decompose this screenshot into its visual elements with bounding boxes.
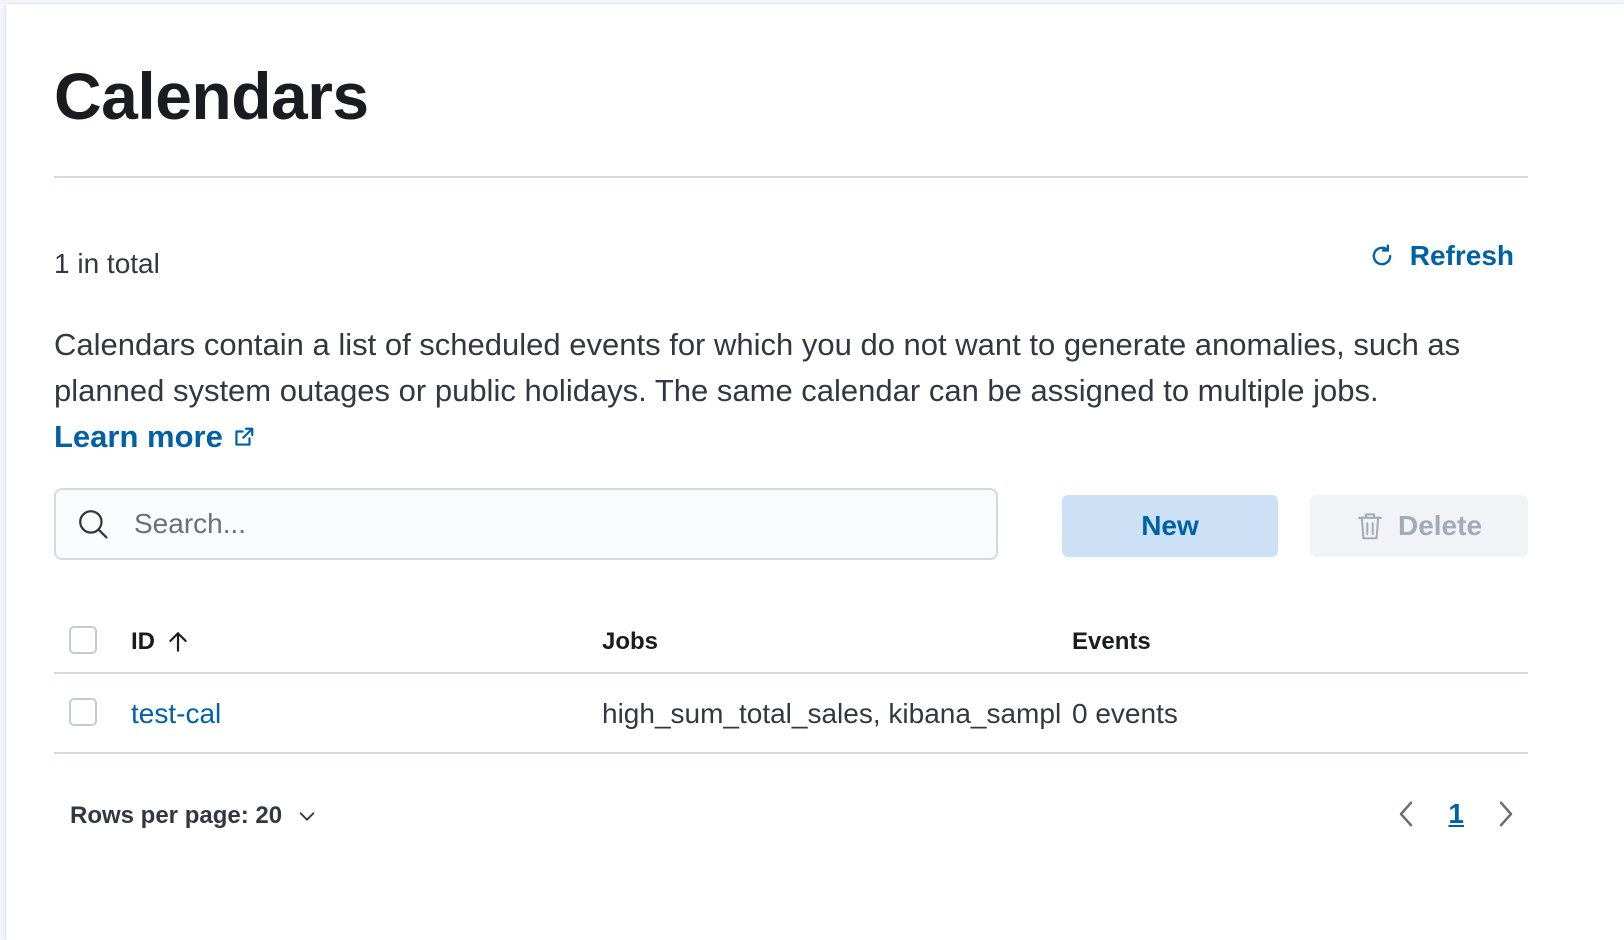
chevron-left-icon[interactable] — [1394, 799, 1418, 829]
refresh-button[interactable]: Refresh — [1368, 240, 1514, 272]
rows-per-page-label: Rows per page: 20 — [70, 802, 283, 829]
description-text: Calendars contain a list of scheduled ev… — [54, 327, 1461, 408]
pager: 1 — [1394, 798, 1518, 830]
title-divider — [54, 176, 1528, 178]
column-header-id-label: ID — [131, 628, 155, 655]
delete-button[interactable]: Delete — [1310, 495, 1528, 557]
table-row: test-cal high_sum_total_sales, kibana_sa… — [54, 674, 1528, 754]
refresh-label: Refresh — [1409, 240, 1514, 271]
select-all-checkbox[interactable] — [69, 626, 97, 654]
calendars-description: Calendars contain a list of scheduled ev… — [54, 322, 1528, 460]
search-input[interactable] — [132, 507, 996, 541]
calendar-events-cell: 0 events — [1072, 698, 1178, 729]
chevron-right-icon[interactable] — [1494, 799, 1518, 829]
column-header-events: Events — [1072, 628, 1151, 655]
row-checkbox[interactable] — [69, 698, 97, 726]
page-number-current[interactable]: 1 — [1440, 798, 1472, 830]
search-icon — [79, 510, 108, 539]
calendar-jobs-cell: high_sum_total_sales, kibana_sampl — [602, 698, 1062, 729]
column-header-id[interactable]: ID — [131, 628, 191, 656]
calendars-table: ID Jobs Events test-cal high_sum_total_s… — [54, 600, 1528, 754]
page-title: Calendars — [54, 59, 369, 133]
learn-more-link[interactable]: Learn more — [54, 414, 255, 460]
calendars-page: Calendars 1 in total Refresh Calendars c… — [6, 4, 1624, 940]
new-calendar-button[interactable]: New — [1062, 495, 1278, 557]
chevron-down-icon — [299, 812, 315, 821]
refresh-icon — [1372, 244, 1392, 266]
calendar-id-cell: test-cal — [131, 698, 221, 730]
pagination-bar: Rows per page: 20 1 — [54, 798, 1528, 838]
column-header-jobs: Jobs — [602, 628, 659, 655]
rows-per-page-button[interactable]: Rows per page: 20 — [70, 802, 318, 830]
delete-label: Delete — [1397, 510, 1483, 541]
arrow-up-icon — [169, 632, 187, 652]
table-header-row: ID Jobs Events — [54, 600, 1528, 674]
learn-more-label: Learn more — [54, 419, 223, 454]
search-box[interactable] — [54, 488, 998, 560]
total-count: 1 in total — [54, 248, 160, 279]
calendar-id-link[interactable]: test-cal — [131, 698, 221, 729]
trash-icon — [1358, 513, 1382, 540]
external-link-icon — [235, 427, 254, 446]
